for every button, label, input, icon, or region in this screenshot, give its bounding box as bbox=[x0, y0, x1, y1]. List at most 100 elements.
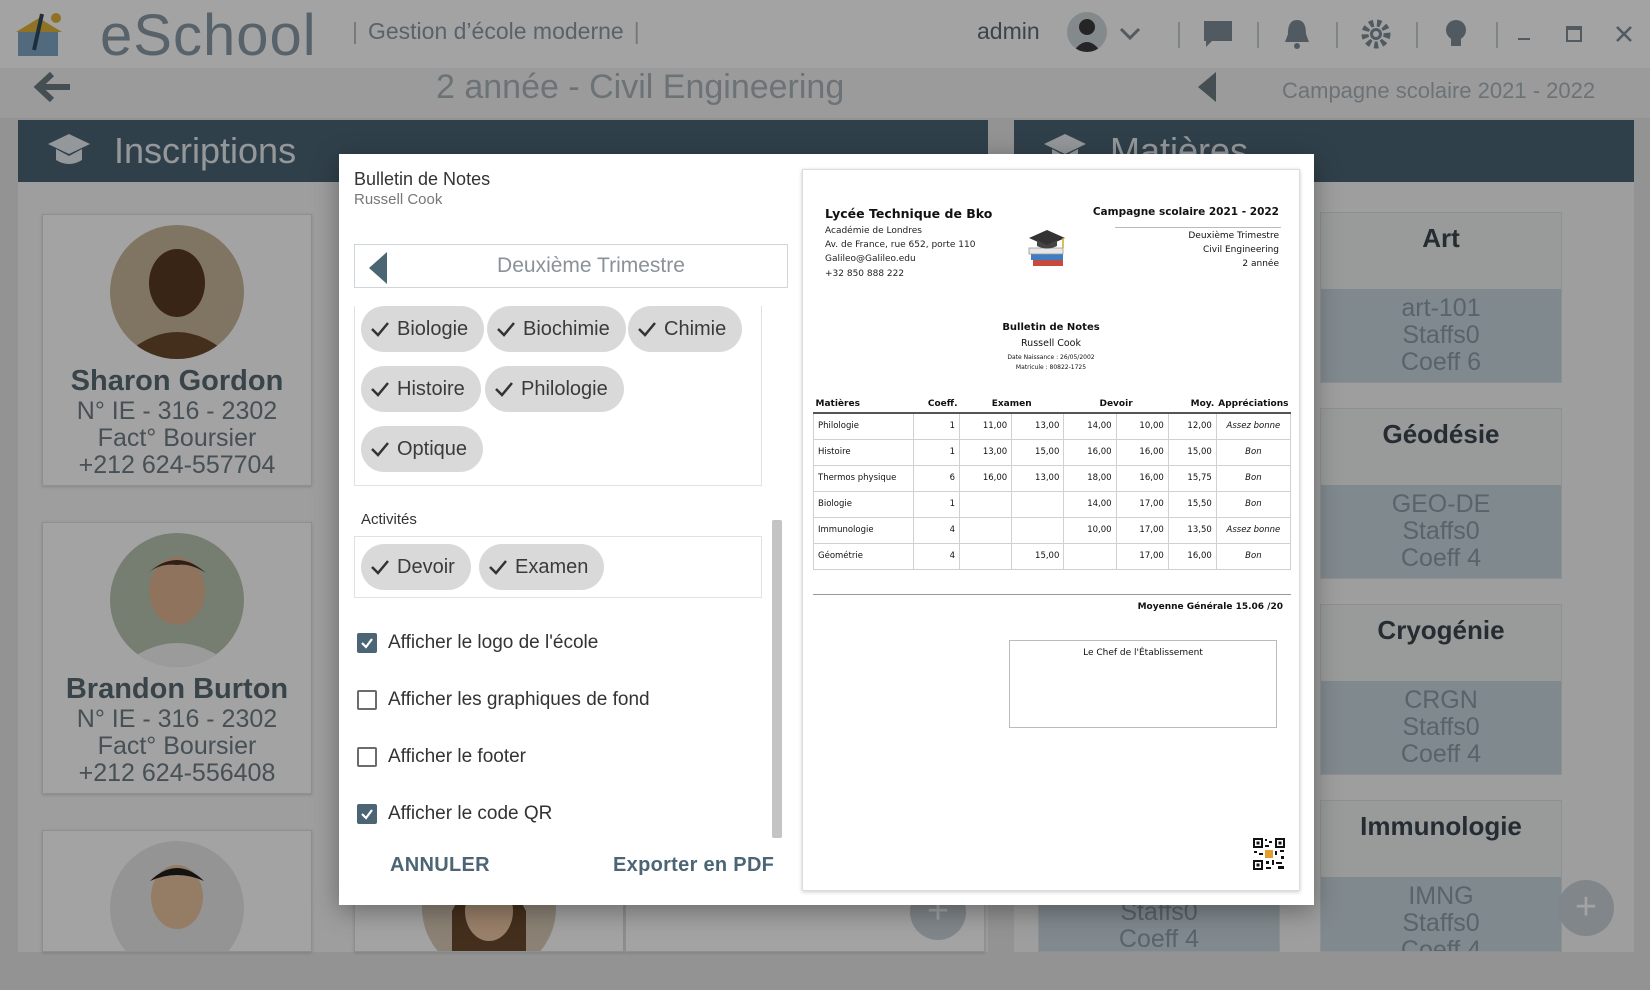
option-show-qr[interactable]: Afficher le code QR bbox=[357, 799, 552, 829]
chip-biologie[interactable]: Biologie bbox=[361, 306, 485, 352]
chip-examen[interactable]: Examen bbox=[479, 544, 605, 590]
report-student: Russell Cook bbox=[1021, 338, 1081, 349]
check-icon bbox=[495, 382, 513, 397]
grade-row: Philologie 1 11,00 13,00 14,00 10,00 12,00 Asse… bbox=[813, 412, 1292, 440]
option-label: Afficher le logo de l'école bbox=[388, 632, 599, 653]
grade-cell: 17,00 bbox=[1115, 542, 1169, 570]
grade-cell: Thermos physique bbox=[813, 464, 914, 492]
grade-cell: Philologie bbox=[813, 412, 914, 440]
chip-philologie[interactable]: Philologie bbox=[485, 366, 624, 412]
options-scrollbar[interactable] bbox=[772, 520, 782, 838]
grade-cell bbox=[1063, 542, 1117, 570]
checkbox-checked[interactable] bbox=[357, 804, 377, 824]
grades-table: Matières Coeff. Examen Devoir Moy. Appré… bbox=[813, 396, 1292, 570]
grade-cell: 6 bbox=[913, 464, 960, 492]
chip-label: Biologie bbox=[397, 317, 469, 340]
report-term: Deuxième Trimestre bbox=[1188, 231, 1279, 241]
grade-cell: 12,00 bbox=[1167, 412, 1217, 440]
col-examen: Examen bbox=[959, 396, 1064, 414]
report-matricule: Matricule : 80822-1725 bbox=[1015, 364, 1087, 371]
grade-cell: Bon bbox=[1215, 464, 1292, 492]
grade-cell: 4 bbox=[913, 542, 960, 570]
grade-cell: Bon bbox=[1215, 490, 1292, 518]
report-card-dialog: Bulletin de Notes Russell Cook Deuxième … bbox=[339, 154, 1314, 905]
check-icon bbox=[371, 382, 389, 397]
grade-cell: 1 bbox=[913, 412, 960, 440]
report-rule bbox=[1115, 227, 1281, 228]
chip-label: Devoir bbox=[397, 555, 455, 578]
grades-header-row: Matières Coeff. Examen Devoir Moy. Appré… bbox=[813, 396, 1291, 414]
chip-histoire[interactable]: Histoire bbox=[361, 366, 481, 412]
check-icon bbox=[489, 560, 507, 575]
previous-term-icon[interactable] bbox=[369, 252, 387, 284]
grade-cell bbox=[1011, 516, 1065, 544]
checkbox-unchecked[interactable] bbox=[357, 747, 377, 767]
grade-cell bbox=[1011, 490, 1065, 518]
grade-cell: 15,75 bbox=[1167, 464, 1217, 492]
term-label: Deuxième Trimestre bbox=[497, 254, 685, 277]
check-icon bbox=[497, 322, 515, 337]
report-address: Av. de France, rue 652, porte 110 bbox=[825, 240, 976, 250]
chip-label: Philologie bbox=[521, 377, 608, 400]
option-label: Afficher le code QR bbox=[388, 803, 553, 824]
grade-cell: Histoire bbox=[813, 438, 914, 466]
checkbox-checked[interactable] bbox=[357, 633, 377, 653]
report-level: 2 année bbox=[1242, 259, 1279, 269]
option-label: Afficher le footer bbox=[388, 746, 527, 767]
check-icon bbox=[371, 322, 389, 337]
check-icon bbox=[638, 322, 656, 337]
grade-row: Histoire 1 13,00 15,00 16,00 16,00 15,00 Bon bbox=[813, 438, 1292, 466]
grade-cell: 16,00 bbox=[1115, 438, 1169, 466]
grade-cell: 18,00 bbox=[1063, 464, 1117, 492]
grade-cell: 15,00 bbox=[1167, 438, 1217, 466]
grade-cell: 1 bbox=[913, 490, 960, 518]
grade-cell: Géométrie bbox=[813, 542, 914, 570]
activity-chips: Devoir Examen bbox=[354, 536, 762, 598]
grade-cell: Immunologie bbox=[813, 516, 914, 544]
grade-cell: 16,00 bbox=[1115, 464, 1169, 492]
cancel-button[interactable]: ANNULER bbox=[390, 854, 490, 877]
checkbox-unchecked[interactable] bbox=[357, 690, 377, 710]
grade-cell: 17,00 bbox=[1115, 516, 1169, 544]
dialog-subtitle: Russell Cook bbox=[354, 191, 443, 208]
col-matieres: Matières bbox=[813, 396, 914, 414]
report-average: Moyenne Générale 15.06 /20 bbox=[1137, 602, 1283, 612]
qr-code-icon bbox=[1252, 837, 1286, 871]
grade-cell: 13,00 bbox=[1011, 464, 1065, 492]
signature-label: Le Chef de l'Établissement bbox=[1083, 648, 1203, 658]
grade-cell: 15,50 bbox=[1167, 490, 1217, 518]
chip-label: Histoire bbox=[397, 377, 465, 400]
report-academy: Académie de Londres bbox=[825, 226, 922, 236]
subject-chips: Biologie Biochimie Chimie Histoire Philo… bbox=[354, 306, 762, 486]
col-appreciations: Appréciations bbox=[1216, 396, 1291, 414]
chip-optique[interactable]: Optique bbox=[361, 426, 484, 472]
grade-cell: 4 bbox=[913, 516, 960, 544]
option-show-footer[interactable]: Afficher le footer bbox=[357, 742, 526, 772]
grade-cell: 13,00 bbox=[1011, 412, 1065, 440]
option-show-logo[interactable]: Afficher le logo de l'école bbox=[357, 628, 598, 658]
grade-cell: Assez bonne bbox=[1215, 516, 1292, 544]
school-logo-icon bbox=[1028, 230, 1065, 266]
check-icon bbox=[371, 442, 389, 457]
chip-devoir[interactable]: Devoir bbox=[361, 544, 471, 590]
grade-cell bbox=[958, 490, 1013, 518]
report-preview: Lycée Technique de Bko Académie de Londr… bbox=[802, 169, 1300, 891]
grade-cell: 14,00 bbox=[1063, 412, 1117, 440]
grade-cell: 14,00 bbox=[1063, 490, 1117, 518]
option-label: Afficher les graphiques de fond bbox=[388, 689, 650, 710]
report-school-name: Lycée Technique de Bko bbox=[825, 206, 993, 221]
report-title: Bulletin de Notes bbox=[1002, 322, 1100, 333]
chip-chimie[interactable]: Chimie bbox=[628, 306, 743, 352]
grade-cell: Biologie bbox=[813, 490, 914, 518]
term-selector[interactable]: Deuxième Trimestre bbox=[354, 244, 788, 288]
activities-label: Activités bbox=[361, 511, 417, 528]
report-birthdate: Date Naissance : 26/05/2002 bbox=[1007, 354, 1095, 361]
chip-label: Biochimie bbox=[523, 317, 610, 340]
report-phone: +32 850 888 222 bbox=[825, 269, 905, 279]
option-show-background[interactable]: Afficher les graphiques de fond bbox=[357, 685, 650, 715]
export-pdf-button[interactable]: Exporter en PDF bbox=[613, 854, 774, 877]
chip-biochimie[interactable]: Biochimie bbox=[487, 306, 626, 352]
grade-cell: 10,00 bbox=[1115, 412, 1169, 440]
grade-cell: Assez bonne bbox=[1215, 412, 1292, 440]
grade-cell: 16,00 bbox=[1167, 542, 1217, 570]
